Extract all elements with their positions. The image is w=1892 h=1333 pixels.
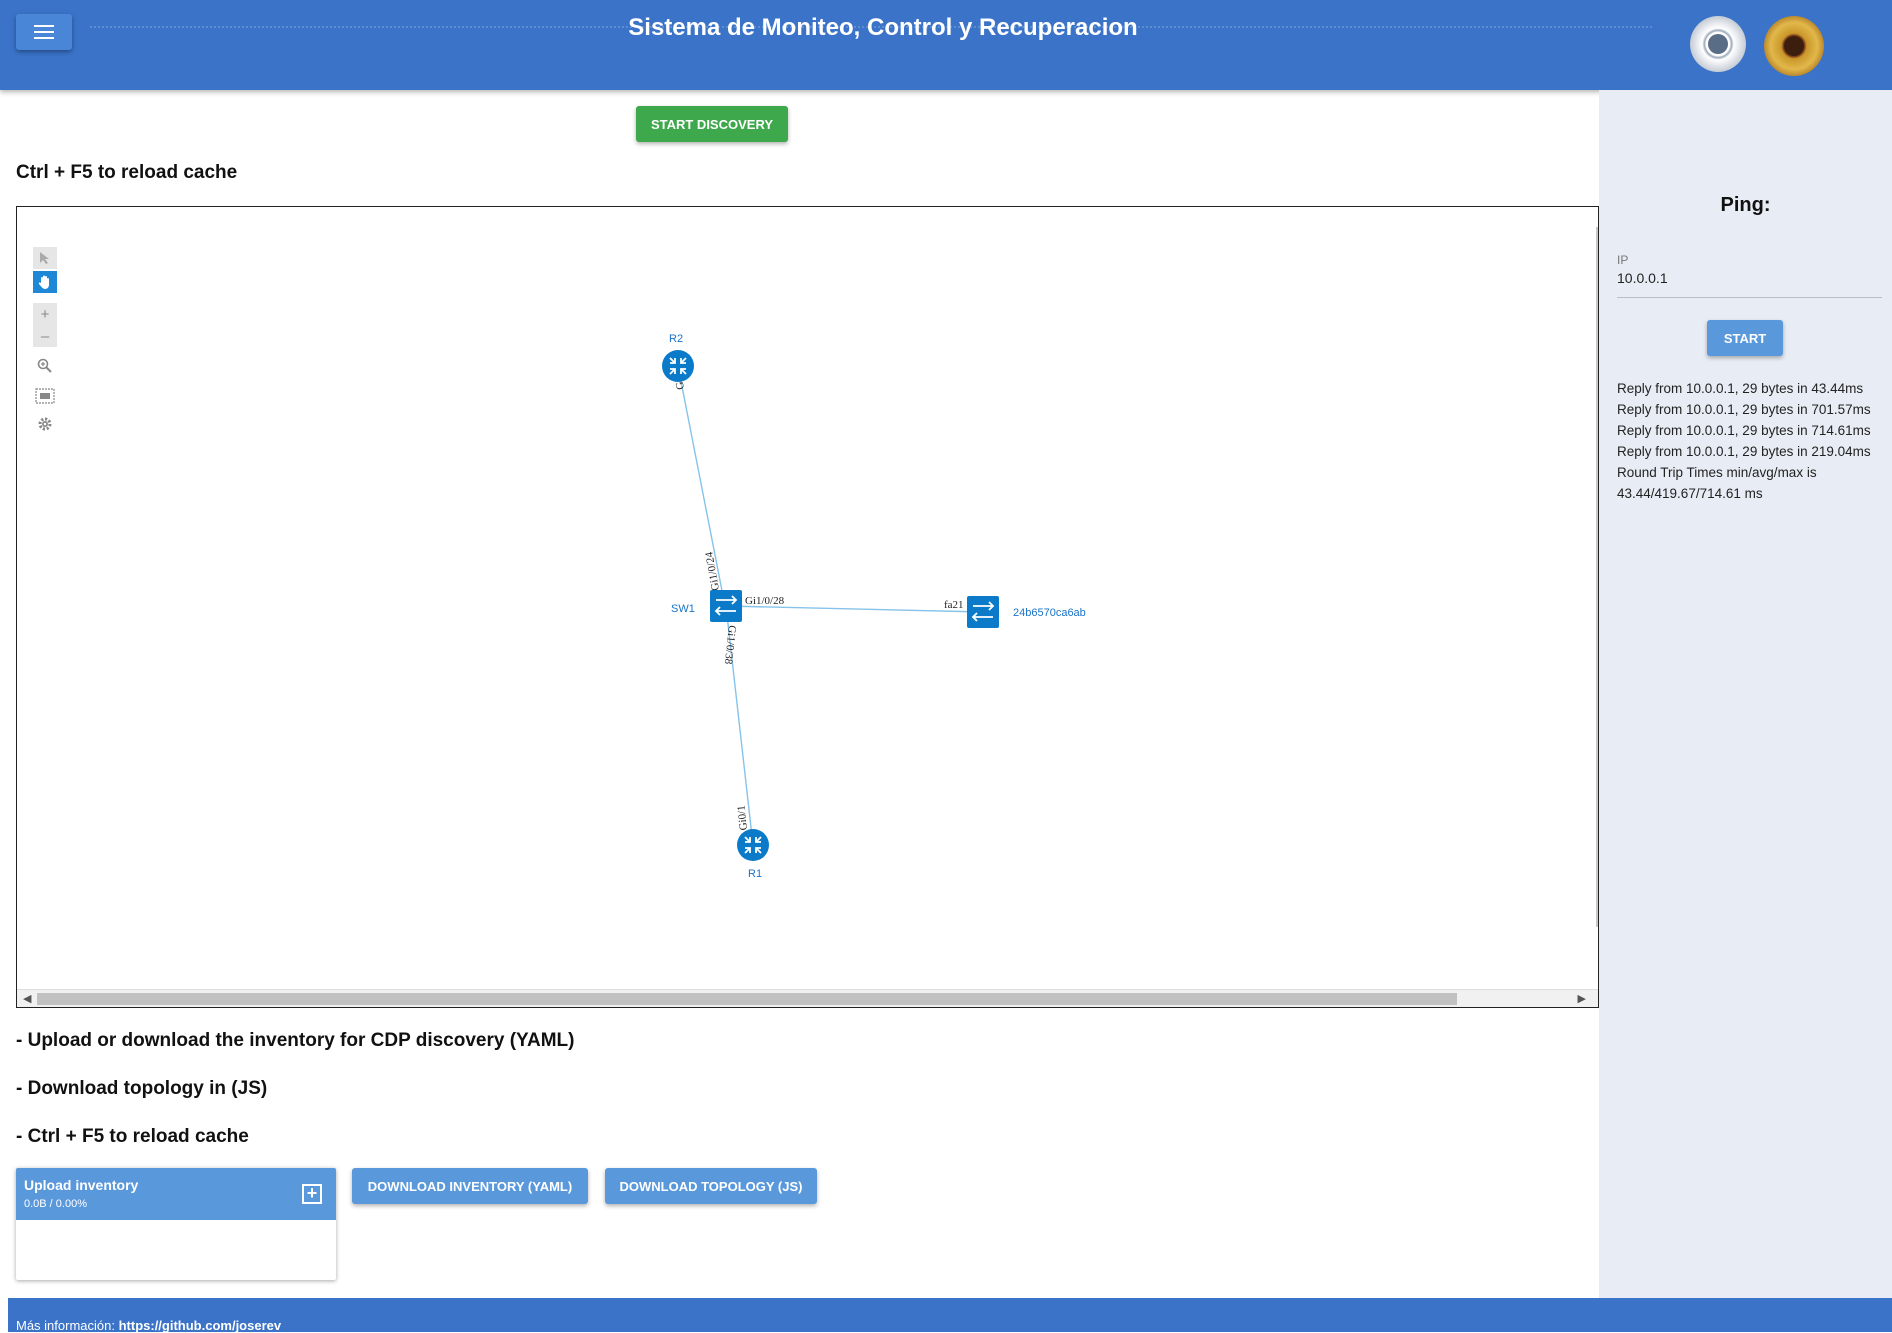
router-node-r1[interactable] [737,829,769,861]
node-label-24b6570ca6ab: 24b6570ca6ab [1013,607,1086,619]
port-label-sw1-gi1-0-24: Gi1/0/24 [703,550,722,591]
scroll-right-icon[interactable]: ▶ [1578,992,1586,1005]
page-footer: Más información: https://github.com/jose… [8,1298,1892,1333]
download-topology-button[interactable]: DOWNLOAD TOPOLOGY (JS) [605,1168,817,1204]
ping-output-line: Reply from 10.0.0.1, 29 bytes in 219.04m… [1617,444,1871,459]
scroll-left-icon[interactable]: ◀ [23,992,31,1005]
github-link[interactable]: https://github.com/joserev [119,1318,282,1333]
node-label-sw1: SW1 [671,603,695,615]
ping-output-line: Round Trip Times min/avg/max is [1617,465,1817,480]
upload-download-heading: - Upload or download the inventory for C… [16,1030,575,1051]
ping-output-line: 43.44/419.67/714.61 ms [1617,486,1763,501]
port-label-24b6570ca6ab-fa21: fa21 [944,599,964,611]
switch-node-sw1[interactable] [710,590,742,622]
ping-start-button[interactable]: START [1707,320,1783,356]
ip-input[interactable]: 10.0.0.1 [1617,270,1668,286]
upload-title: Upload inventory [24,1177,139,1193]
footer-info: Más información: https://github.com/jose… [16,1318,281,1333]
router-node-r2[interactable] [662,350,694,382]
node-label-r2: R2 [669,333,683,345]
port-label-sw1-gi1-0-38: Gi1/0/38 [722,625,738,666]
switch-node-24b6570ca6ab[interactable] [967,596,999,628]
footer-prefix: Más información: [16,1318,119,1333]
upload-card-header: Upload inventory 0.0B / 0.00% + [16,1168,336,1220]
institution-seal-logo [1764,16,1824,76]
reload-cache-note: - Ctrl + F5 to reload cache [16,1126,249,1147]
ip-input-underline [1617,297,1882,298]
ping-output-line: Reply from 10.0.0.1, 29 bytes in 701.57m… [1617,402,1871,417]
ping-title: Ping: [1720,194,1771,216]
start-discovery-button[interactable]: START DISCOVERY [636,106,788,142]
ping-sidebar: Ping: IP 10.0.0.1 START Reply from 10.0.… [1599,90,1892,1298]
page-title: Sistema de Moniteo, Control y Recuperaci… [628,14,1138,41]
topology-graph: Gi0/1 Gi1/0/24 Gi1/0/28 fa21 Gi1/0/38 Gi… [662,333,1086,880]
oas-seal-logo [1690,16,1746,72]
scrollbar-thumb[interactable] [37,993,1457,1005]
download-inventory-button[interactable]: DOWNLOAD INVENTORY (YAML) [352,1168,588,1204]
ping-output-line: Reply from 10.0.0.1, 29 bytes in 714.61m… [1617,423,1871,438]
ping-output: Reply from 10.0.0.1, 29 bytes in 43.44ms… [1617,378,1887,504]
app-header: Sistema de Moniteo, Control y Recuperaci… [0,0,1892,90]
download-topology-heading: - Download topology in (JS) [16,1078,268,1099]
horizontal-scrollbar[interactable]: ◀ ▶ [17,989,1598,1007]
upload-inventory-card[interactable]: Upload inventory 0.0B / 0.00% + [16,1168,336,1280]
port-label-r1-gi0-1: Gi0/1 [735,805,750,831]
ip-field-label: IP [1617,253,1629,267]
node-label-r1: R1 [748,868,762,880]
port-label-sw1-gi1-0-28: Gi1/0/28 [745,595,785,607]
reload-cache-heading: Ctrl + F5 to reload cache [16,162,238,183]
topology-canvas[interactable]: + – Gi0/1 Gi1/0/24 Gi1/0/28 fa21 Gi1/0/3… [16,206,1599,1008]
upload-status: 0.0B / 0.00% [24,1198,87,1210]
add-file-icon[interactable]: + [302,1184,322,1204]
ping-output-line: Reply from 10.0.0.1, 29 bytes in 43.44ms [1617,381,1864,396]
